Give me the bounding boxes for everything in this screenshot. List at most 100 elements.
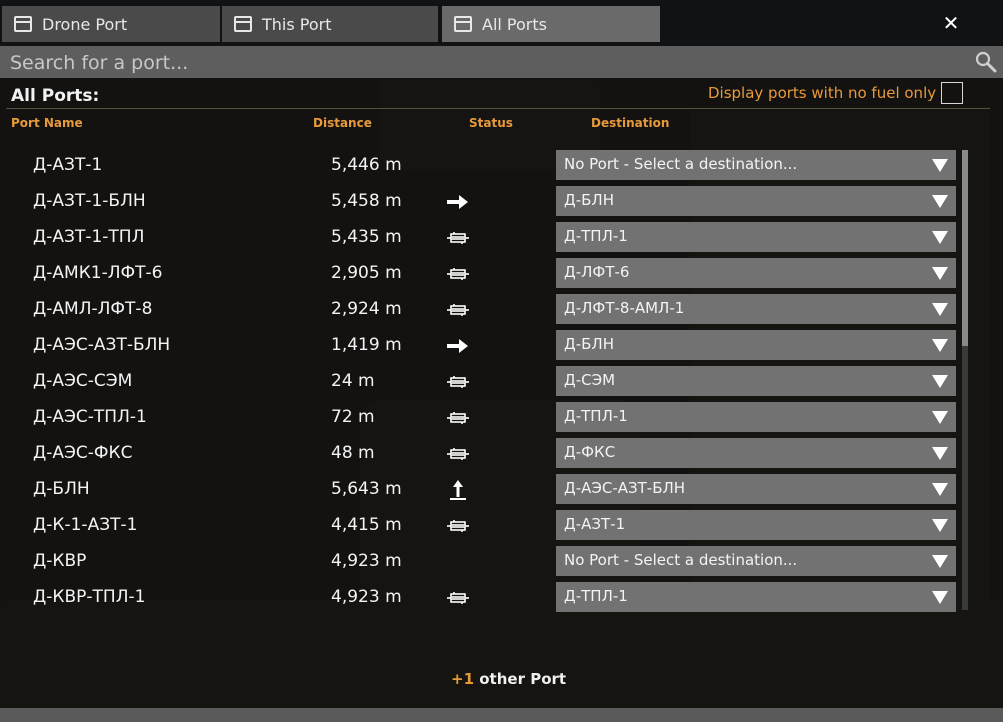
window-icon [234, 16, 252, 32]
departing-arrow-icon [446, 190, 470, 214]
port-distance: 5,458 m [331, 191, 402, 211]
table-row: Д-АЗТ-1 5,446 m No Port - Select a destina… [0, 148, 960, 184]
table-row: Д-АЭС-ТПЛ-1 72 m Д-ТПЛ-1 [0, 400, 960, 436]
window-icon [454, 16, 472, 32]
port-name: Д-АЗТ-1-ТПЛ [33, 227, 145, 247]
more-ports-count: +1 [451, 670, 475, 688]
destination-value: Д-ЛФТ-8-АМЛ-1 [564, 299, 685, 317]
chevron-down-icon [932, 159, 948, 172]
port-name: Д-АМК1-ЛФТ-6 [33, 263, 163, 283]
table-row: Д-АМК1-ЛФТ-6 2,905 m Д-ЛФТ-6 [0, 256, 960, 292]
docked-drone-icon [446, 226, 470, 250]
column-header-status: Status [469, 116, 513, 130]
chevron-down-icon [932, 555, 948, 568]
port-name: Д-АЭС-СЭМ [33, 371, 133, 391]
destination-dropdown[interactable]: Д-ТПЛ-1 [556, 402, 956, 432]
port-distance: 5,446 m [331, 155, 402, 175]
destination-dropdown[interactable]: Д-ТПЛ-1 [556, 222, 956, 252]
destination-value: Д-СЭМ [564, 371, 616, 389]
destination-dropdown[interactable]: Д-ЛФТ-8-АМЛ-1 [556, 294, 956, 324]
port-name: Д-БЛН [33, 479, 90, 499]
tab-all-ports[interactable]: All Ports [442, 6, 660, 42]
docked-drone-icon [446, 298, 470, 322]
table-row: Д-АЗТ-1-ТПЛ 5,435 m Д-ТПЛ-1 [0, 220, 960, 256]
docked-drone-icon [446, 262, 470, 286]
table-row: Д-БЛН 5,643 m Д-АЭС-АЗТ-БЛН [0, 472, 960, 508]
destination-value: No Port - Select a destination... [564, 551, 798, 569]
panel-heading: All Ports: [11, 86, 100, 106]
port-distance: 1,419 m [331, 335, 402, 355]
divider [6, 108, 990, 109]
column-header-port-name: Port Name [11, 116, 83, 130]
no-fuel-filter-checkbox[interactable] [941, 82, 963, 104]
destination-value: Д-БЛН [564, 335, 614, 353]
destination-value: Д-ТПЛ-1 [564, 407, 628, 425]
destination-value: Д-БЛН [564, 191, 614, 209]
docked-drone-icon [446, 406, 470, 430]
chevron-down-icon [932, 231, 948, 244]
destination-dropdown[interactable]: Д-ФКС [556, 438, 956, 468]
port-distance: 5,643 m [331, 479, 402, 499]
chevron-down-icon [932, 375, 948, 388]
table-row: Д-АМЛ-ЛФТ-8 2,924 m Д-ЛФТ-8-АМЛ-1 [0, 292, 960, 328]
chevron-down-icon [932, 447, 948, 460]
port-name: Д-АЭС-ФКС [33, 443, 133, 463]
destination-value: Д-ТПЛ-1 [564, 227, 628, 245]
port-name: Д-К-1-АЗТ-1 [33, 515, 138, 535]
tab-drone-port[interactable]: Drone Port [2, 6, 220, 42]
scrollbar-thumb[interactable] [962, 150, 968, 346]
destination-value: Д-ЛФТ-6 [564, 263, 630, 281]
search-bar [0, 46, 1003, 78]
close-button[interactable]: ✕ [936, 8, 966, 38]
docked-drone-icon [446, 586, 470, 610]
destination-dropdown[interactable]: Д-СЭМ [556, 366, 956, 396]
destination-dropdown[interactable]: Д-БЛН [556, 186, 956, 216]
destination-value: No Port - Select a destination... [564, 155, 798, 173]
chevron-down-icon [932, 519, 948, 532]
tab-bar: Drone Port This Port All Ports ✕ [0, 0, 1003, 46]
table-row: Д-АЭС-АЗТ-БЛН 1,419 m Д-БЛН [0, 328, 960, 364]
destination-dropdown[interactable]: Д-АЗТ-1 [556, 510, 956, 540]
destination-dropdown[interactable]: Д-АЭС-АЗТ-БЛН [556, 474, 956, 504]
port-name: Д-АМЛ-ЛФТ-8 [33, 299, 153, 319]
port-name: Д-АЗТ-1-БЛН [33, 191, 146, 211]
docked-drone-icon [446, 514, 470, 538]
tab-label: This Port [262, 14, 332, 34]
chevron-down-icon [932, 303, 948, 316]
port-distance: 24 m [331, 371, 375, 391]
port-distance: 72 m [331, 407, 375, 427]
destination-dropdown[interactable]: Д-ТПЛ-1 [556, 582, 956, 612]
destination-dropdown[interactable]: No Port - Select a destination... [556, 546, 956, 576]
destination-dropdown[interactable]: Д-ЛФТ-6 [556, 258, 956, 288]
docked-drone-icon [446, 442, 470, 466]
chevron-down-icon [932, 483, 948, 496]
port-name: Д-АЭС-АЗТ-БЛН [33, 335, 171, 355]
port-distance: 5,435 m [331, 227, 402, 247]
port-name: Д-АЭС-ТПЛ-1 [33, 407, 147, 427]
port-name: Д-АЗТ-1 [33, 155, 103, 175]
table-row: Д-КВР-ТПЛ-1 4,923 m Д-ТПЛ-1 [0, 580, 960, 616]
chevron-down-icon [932, 339, 948, 352]
port-distance: 2,924 m [331, 299, 402, 319]
tab-this-port[interactable]: This Port [222, 6, 438, 42]
port-name: Д-КВР-ТПЛ-1 [33, 587, 146, 607]
table-row: Д-АЗТ-1-БЛН 5,458 m Д-БЛН [0, 184, 960, 220]
port-list: Д-АЗТ-1 5,446 m No Port - Select a destina… [0, 148, 1003, 616]
tab-label: All Ports [482, 14, 547, 34]
port-distance: 2,905 m [331, 263, 402, 283]
destination-dropdown[interactable]: No Port - Select a destination... [556, 150, 956, 180]
port-distance: 4,923 m [331, 587, 402, 607]
search-icon[interactable] [975, 51, 997, 73]
chevron-down-icon [932, 267, 948, 280]
window-icon [14, 16, 32, 32]
destination-dropdown[interactable]: Д-БЛН [556, 330, 956, 360]
destination-value: Д-АЭС-АЗТ-БЛН [564, 479, 686, 497]
search-input[interactable] [4, 48, 972, 78]
takeoff-arrow-icon [446, 478, 470, 502]
more-ports-label: +1 other Port [451, 670, 566, 688]
chevron-down-icon [932, 195, 948, 208]
port-distance: 4,415 m [331, 515, 402, 535]
ports-panel: All Ports: Display ports with no fuel on… [0, 78, 1003, 708]
tab-label: Drone Port [42, 14, 128, 34]
chevron-down-icon [932, 411, 948, 424]
